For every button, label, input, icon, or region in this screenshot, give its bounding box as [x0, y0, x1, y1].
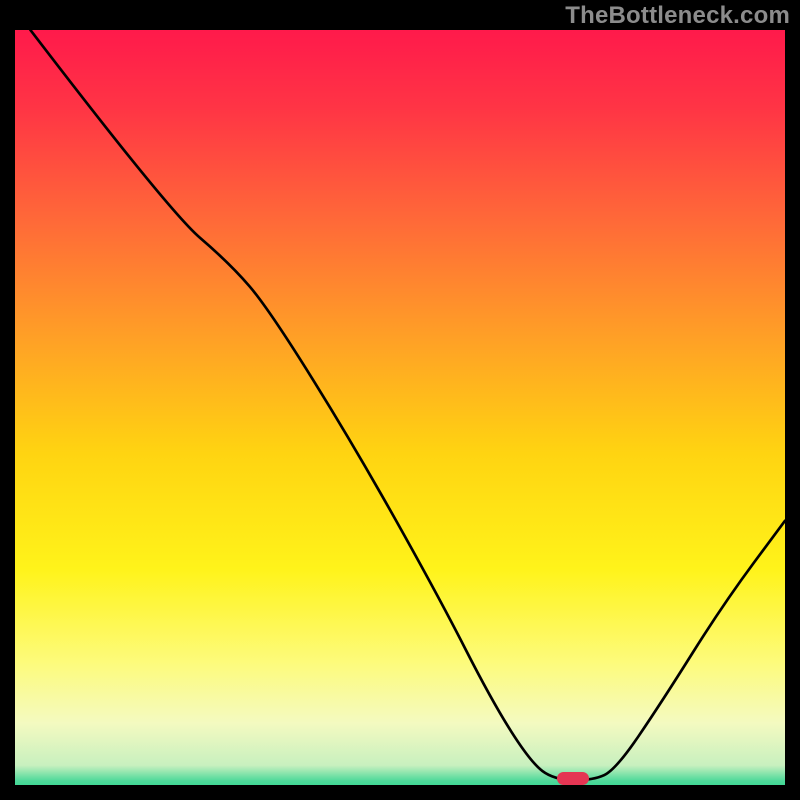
- chart-frame: TheBottleneck.com: [0, 0, 800, 800]
- bottleneck-curve: [15, 30, 785, 785]
- plot-area: [15, 30, 785, 785]
- watermark-text: TheBottleneck.com: [565, 2, 790, 30]
- optimal-point-marker: [557, 772, 589, 785]
